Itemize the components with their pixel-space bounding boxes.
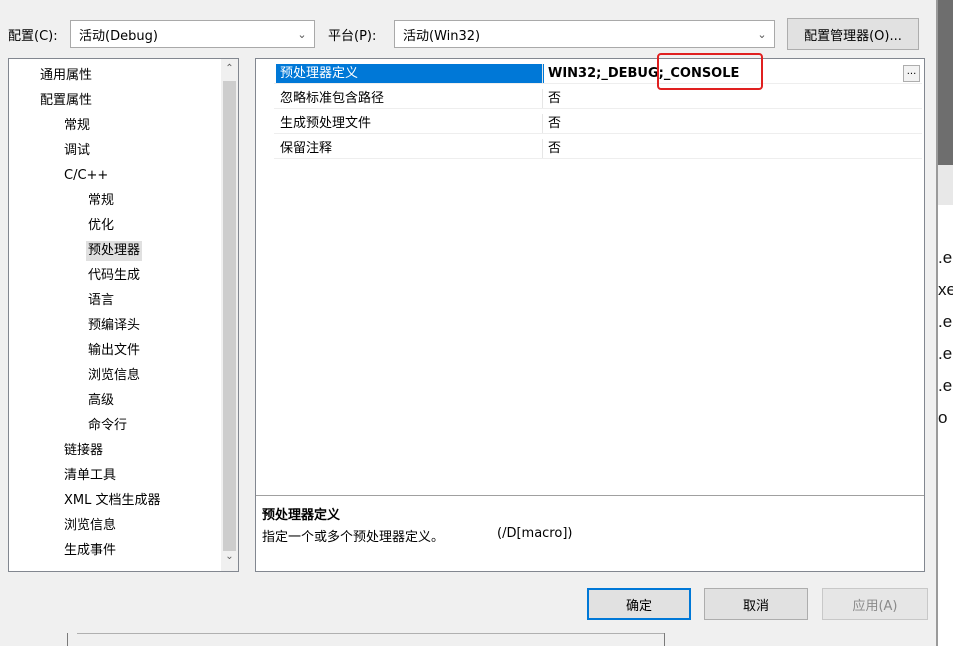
tree-item-build-events[interactable]: 生成事件	[64, 541, 116, 561]
row-separator	[274, 83, 922, 84]
scroll-down-icon[interactable]: ⌄	[221, 551, 238, 562]
tree-scrollbar[interactable]: ⌃ ⌄	[221, 59, 238, 571]
property-name: 生成预处理文件	[280, 116, 372, 131]
highlight-annotation-box	[657, 53, 763, 90]
description-title: 预处理器定义	[262, 508, 341, 523]
apply-button[interactable]: 应用(A)	[822, 588, 928, 620]
property-name: 保留注释	[280, 141, 333, 156]
chevron-down-icon: ⌄	[757, 27, 767, 41]
edit-ellipsis-button[interactable]: ...	[903, 65, 920, 82]
property-row-preprocessor-definitions[interactable]: 预处理器定义 WIN32;_DEBUG;_CONSOLE ...	[274, 64, 922, 84]
tree-scrollbar-thumb[interactable]	[223, 81, 236, 551]
property-name: 预处理器定义	[276, 64, 544, 84]
config-dropdown[interactable]: 活动(Debug) ⌄	[70, 20, 315, 48]
property-value[interactable]: 否	[544, 139, 926, 159]
background-text-fragment: xe	[938, 280, 953, 299]
tree-item-general-properties[interactable]: 通用属性	[40, 66, 92, 86]
row-separator	[274, 133, 922, 134]
platform-dropdown-value: 活动(Win32)	[403, 28, 481, 44]
cancel-button[interactable]: 取消	[704, 588, 808, 620]
config-label: 配置(C):	[8, 29, 58, 44]
property-row-ignore-standard-include-path[interactable]: 忽略标准包含路径 否	[274, 89, 922, 109]
chevron-down-icon: ⌄	[297, 27, 307, 41]
tree-item-debugging[interactable]: 调试	[64, 141, 90, 161]
property-row-keep-comments[interactable]: 保留注释 否	[274, 139, 922, 159]
background-text-fragment: .e	[938, 344, 953, 363]
tree-item-general[interactable]: 常规	[64, 116, 90, 136]
tree-item-browse-information[interactable]: 浏览信息	[88, 366, 140, 386]
config-manager-button[interactable]: 配置管理器(O)...	[787, 18, 919, 50]
property-grid-gutter	[256, 59, 274, 159]
background-text-fragment: o	[938, 408, 948, 427]
property-value[interactable]: 否	[544, 89, 926, 109]
tree-item-command-line[interactable]: 命令行	[88, 416, 127, 436]
tree-item-xml-doc-generator[interactable]: XML 文档生成器	[64, 491, 161, 511]
description-separator	[256, 495, 924, 496]
platform-label: 平台(P):	[328, 29, 377, 44]
description-text: 指定一个或多个预处理器定义。	[262, 530, 445, 545]
dialog-border	[936, 0, 938, 646]
row-separator	[274, 108, 922, 109]
tree-item-precompiled-headers[interactable]: 预编译头	[88, 316, 140, 336]
tree-item-manifest-tool[interactable]: 清单工具	[64, 466, 116, 486]
row-separator	[274, 158, 922, 159]
underlying-window-edge	[664, 633, 665, 646]
tree-item-configuration-properties[interactable]: 配置属性	[40, 91, 92, 111]
underlying-window-edge	[67, 633, 68, 646]
property-tree[interactable]: 通用属性 配置属性 常规 调试 C/C++ 常规 优化 预处理器 代码生成 语言…	[8, 58, 239, 572]
tree-item-advanced[interactable]: 高级	[88, 391, 114, 411]
column-divider	[542, 139, 543, 159]
tree-item-code-generation[interactable]: 代码生成	[88, 266, 140, 286]
tree-item-cpp-general[interactable]: 常规	[88, 191, 114, 211]
tree-item-language[interactable]: 语言	[88, 291, 114, 311]
tree-item-c-cpp[interactable]: C/C++	[64, 166, 108, 186]
column-divider	[542, 89, 543, 109]
background-window-band	[937, 165, 953, 205]
platform-dropdown[interactable]: 活动(Win32) ⌄	[394, 20, 775, 48]
property-name: 忽略标准包含路径	[280, 91, 385, 106]
tree-item-browse-info[interactable]: 浏览信息	[64, 516, 116, 536]
tree-item-preprocessor[interactable]: 预处理器	[86, 241, 143, 261]
description-switch: (/D[macro])	[497, 526, 573, 541]
tree-item-optimization[interactable]: 优化	[88, 216, 114, 236]
scroll-up-icon[interactable]: ⌃	[221, 63, 238, 74]
property-row-preprocess-to-file[interactable]: 生成预处理文件 否	[274, 114, 922, 134]
tree-item-linker[interactable]: 链接器	[64, 441, 103, 461]
tree-item-output-files[interactable]: 输出文件	[88, 341, 140, 361]
column-divider	[542, 114, 543, 134]
background-text-fragment: .e	[938, 376, 953, 395]
background-text-fragment: .e	[938, 248, 953, 267]
property-value[interactable]: 否	[544, 114, 926, 134]
background-text-fragment: .e	[938, 312, 953, 331]
column-divider	[542, 64, 543, 84]
ok-button[interactable]: 确定	[587, 588, 691, 620]
background-window-titlebar	[937, 0, 953, 165]
config-dropdown-value: 活动(Debug)	[79, 28, 158, 44]
underlying-window-edge	[77, 633, 665, 634]
